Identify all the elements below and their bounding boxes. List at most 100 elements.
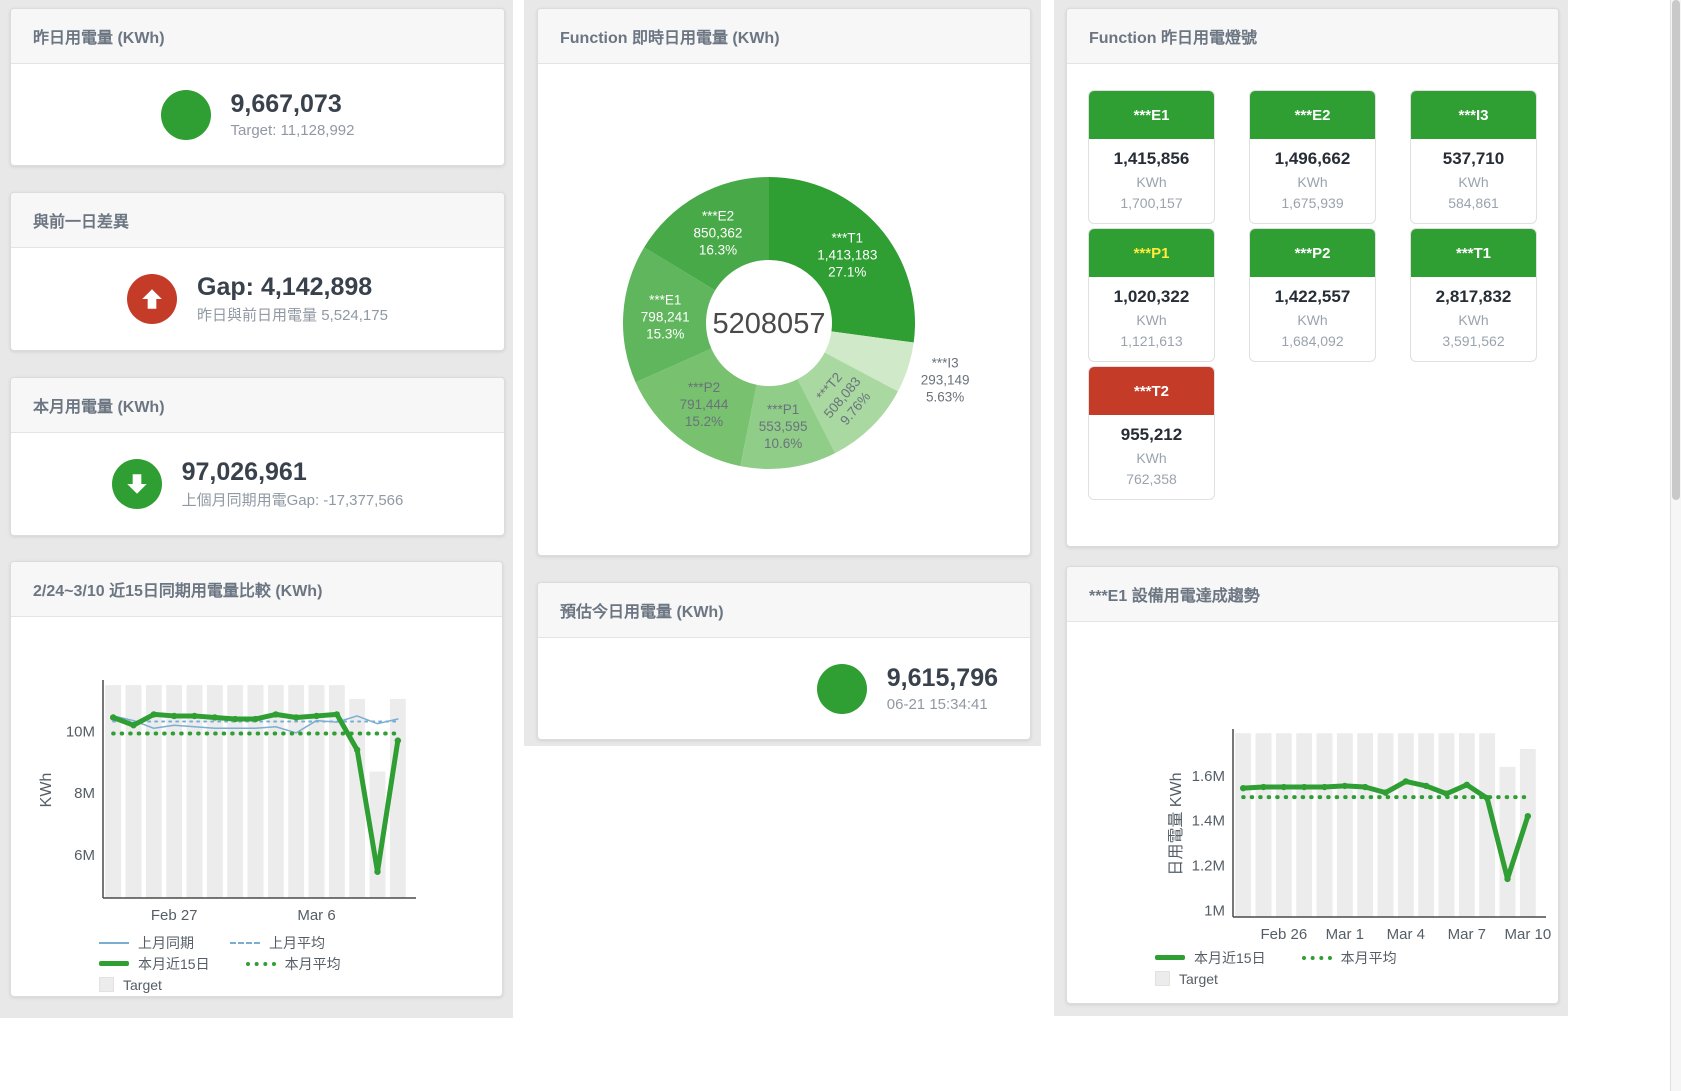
legend-item: 上月同期 (99, 933, 194, 953)
legend-item: 上月平均 (230, 933, 325, 953)
legend-item: 本月平均 (246, 954, 341, 974)
legend-item: Target (99, 977, 162, 993)
realtime-usage-donut-card: Function 即時日用電量 (KWh) ***T11,413,18327.1… (537, 8, 1031, 556)
arrow-down-icon (112, 459, 162, 509)
tile-label: ***E2 (1250, 91, 1375, 139)
tile-label: ***E1 (1089, 91, 1214, 139)
light-tile-i3: ***I3 537,710 KWh 584,861 (1410, 90, 1537, 224)
arrow-up-icon (127, 274, 177, 324)
vertical-scrollbar-track[interactable] (1670, 0, 1681, 1091)
compare-15day-chart-card: 2/24~3/10 近15日同期用電量比較 (KWh) 6M 8M 10M KWh Fe… (10, 561, 503, 997)
light-tile-e2: ***E2 1,496,662 KWh 1,675,939 (1249, 90, 1376, 224)
legend-item: Target (1155, 971, 1218, 987)
compare-15day-chart: 6M 8M 10M KWh Feb 27 Mar 6 (11, 617, 502, 932)
card-title: 2/24~3/10 近15日同期用電量比較 (KWh) (11, 562, 502, 617)
card-title: 與前一日差異 (11, 193, 504, 248)
tile-value: 2,817,832 (1413, 287, 1534, 307)
tile-label: ***P1 (1089, 229, 1214, 277)
tile-label: ***I3 (1411, 91, 1536, 139)
tile-value: 1,415,856 (1091, 149, 1212, 169)
svg-text:日用電量 KWh: 日用電量 KWh (1168, 772, 1185, 875)
tile-unit: KWh (1091, 174, 1212, 190)
svg-text:Mar 1: Mar 1 (1326, 926, 1364, 942)
tile-target: 1,121,613 (1091, 333, 1212, 349)
tile-label: ***P2 (1250, 229, 1375, 277)
status-circle-icon (161, 90, 211, 140)
card-title: Function 即時日用電量 (KWh) (538, 9, 1030, 64)
estimate-today-card: 預估今日用電量 (KWh) 9,615,796 06-21 15:34:41 (537, 582, 1031, 740)
light-tile-t2: ***T2 955,212 KWh 762,358 (1088, 366, 1215, 500)
gap-prev-day-value: Gap: 4,142,898 (197, 273, 388, 302)
yesterday-usage-value: 9,667,073 (231, 90, 355, 119)
svg-text:10M: 10M (66, 723, 95, 740)
svg-text:Feb 26: Feb 26 (1260, 926, 1307, 942)
tile-target: 1,675,939 (1252, 195, 1373, 211)
e1-trend-legend: 本月近15日 本月平均 Target (1067, 949, 1558, 987)
svg-text:1.4M: 1.4M (1192, 813, 1225, 830)
month-usage-body: 97,026,961 上個月同期用電Gap: -17,377,566 (11, 433, 504, 535)
gap-prev-day-body: Gap: 4,142,898 昨日與前日用電量 5,524,175 (11, 248, 504, 350)
yesterday-usage-body: 9,667,073 Target: 11,128,992 (11, 64, 504, 165)
tile-unit: KWh (1413, 174, 1534, 190)
svg-text:8M: 8M (74, 785, 95, 802)
card-title: 預估今日用電量 (KWh) (538, 583, 1030, 638)
legend-item: 本月近15日 (1155, 948, 1266, 968)
yesterday-light-status-card: Function 昨日用電燈號 ***E1 1,415,856 KWh 1,70… (1066, 8, 1559, 547)
legend-item: 本月近15日 (99, 954, 210, 974)
tile-target: 3,591,562 (1413, 333, 1534, 349)
svg-text:***I3293,1495.63%: ***I3293,1495.63% (921, 356, 970, 405)
light-tiles-grid: ***E1 1,415,856 KWh 1,700,157 ***E2 1,49… (1067, 64, 1558, 500)
light-tile-e1: ***E1 1,415,856 KWh 1,700,157 (1088, 90, 1215, 224)
estimate-today-value: 9,615,796 (887, 664, 998, 693)
tile-target: 1,684,092 (1252, 333, 1373, 349)
yesterday-usage-card: 昨日用電量 (KWh) 9,667,073 Target: 11,128,992 (10, 8, 505, 166)
tile-target: 584,861 (1413, 195, 1534, 211)
gap-prev-day-sub: 昨日與前日用電量 5,524,175 (197, 304, 388, 325)
tile-unit: KWh (1252, 312, 1373, 328)
svg-text:Mar 6: Mar 6 (297, 907, 335, 924)
gap-prev-day-card: 與前一日差異 Gap: 4,142,898 昨日與前日用電量 5,524,175 (10, 192, 505, 351)
svg-text:1.6M: 1.6M (1192, 768, 1225, 785)
card-title: ***E1 設備用電達成趨勢 (1067, 567, 1558, 622)
tile-target: 1,700,157 (1091, 195, 1212, 211)
svg-text:KWh: KWh (38, 773, 55, 808)
e1-trend-chart-card: ***E1 設備用電達成趨勢 1M1.2M1.4M1.6M日用電量 KWhFeb… (1066, 566, 1559, 1004)
svg-text:Feb 27: Feb 27 (151, 907, 198, 924)
svg-text:5208057: 5208057 (713, 308, 826, 340)
e1-trend-chart: 1M1.2M1.4M1.6M日用電量 KWhFeb 26Mar 1Mar 4Ma… (1067, 622, 1558, 947)
estimate-today-timestamp: 06-21 15:34:41 (887, 696, 998, 713)
yesterday-usage-target: Target: 11,128,992 (231, 122, 355, 139)
legend-item: 本月平均 (1302, 948, 1397, 968)
light-tile-t1: ***T1 2,817,832 KWh 3,591,562 (1410, 228, 1537, 362)
tile-value: 537,710 (1413, 149, 1534, 169)
tile-value: 955,212 (1091, 425, 1212, 445)
tile-value: 1,422,557 (1252, 287, 1373, 307)
card-title: Function 昨日用電燈號 (1067, 9, 1558, 64)
tile-value: 1,496,662 (1252, 149, 1373, 169)
tile-unit: KWh (1252, 174, 1373, 190)
status-circle-icon (817, 664, 867, 714)
dashboard-page: { "colors": { "green": "#2f9e33", "red":… (0, 0, 1681, 1091)
realtime-usage-donut-chart: ***T11,413,18327.1%***I3293,1495.63%***T… (538, 64, 1030, 553)
vertical-scrollbar-thumb[interactable] (1672, 0, 1680, 500)
tile-unit: KWh (1091, 450, 1212, 466)
svg-text:Mar 7: Mar 7 (1448, 926, 1486, 942)
month-usage-card: 本月用電量 (KWh) 97,026,961 上個月同期用電Gap: -17,3… (10, 377, 505, 536)
card-title: 本月用電量 (KWh) (11, 378, 504, 433)
light-tile-p1: ***P1 1,020,322 KWh 1,121,613 (1088, 228, 1215, 362)
estimate-today-body: 9,615,796 06-21 15:34:41 (538, 638, 1030, 739)
svg-text:6M: 6M (74, 847, 95, 864)
tile-unit: KWh (1413, 312, 1534, 328)
svg-text:Mar 4: Mar 4 (1387, 926, 1425, 942)
svg-text:1.2M: 1.2M (1192, 857, 1225, 874)
tile-label: ***T2 (1089, 367, 1214, 415)
light-tile-p2: ***P2 1,422,557 KWh 1,684,092 (1249, 228, 1376, 362)
tile-target: 762,358 (1091, 471, 1212, 487)
card-title: 昨日用電量 (KWh) (11, 9, 504, 64)
svg-text:Mar 10: Mar 10 (1504, 926, 1551, 942)
tile-value: 1,020,322 (1091, 287, 1212, 307)
compare-15day-legend: 上月同期 上月平均本月近15日 本月平均 Target (11, 934, 502, 993)
month-usage-value: 97,026,961 (182, 458, 404, 487)
tile-label: ***T1 (1411, 229, 1536, 277)
tile-unit: KWh (1091, 312, 1212, 328)
